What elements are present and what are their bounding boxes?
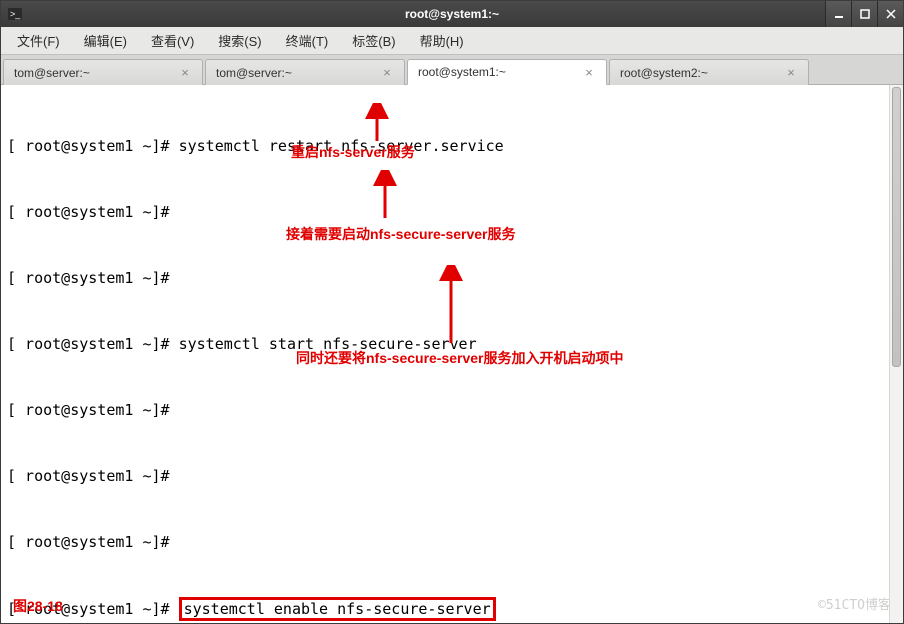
- minimize-button[interactable]: [825, 1, 851, 27]
- menu-edit[interactable]: 编辑(E): [74, 28, 137, 53]
- annotation-note-3: 同时还要将nfs-secure-server服务加入开机启动项中: [296, 347, 624, 369]
- prompt: [ root@system1 ~]#: [7, 467, 179, 485]
- close-icon[interactable]: ×: [380, 66, 394, 80]
- menu-terminal[interactable]: 终端(T): [276, 28, 339, 53]
- window-title: root@system1:~: [1, 7, 903, 21]
- terminal-line: [ root@system1 ~]#: [7, 465, 897, 487]
- boxed-command: systemctl enable nfs-secure-server: [179, 597, 496, 621]
- tab-4[interactable]: root@system2:~ ×: [609, 59, 809, 85]
- scrollbar[interactable]: [889, 85, 903, 623]
- tab-label: root@system1:~: [418, 65, 506, 79]
- menubar: 文件(F) 编辑(E) 查看(V) 搜索(S) 终端(T) 标签(B) 帮助(H…: [1, 27, 903, 55]
- terminal-line: [ root@system1 ~]#: [7, 201, 897, 223]
- window-controls: [825, 1, 903, 27]
- menu-file[interactable]: 文件(F): [7, 28, 70, 53]
- prompt: [ root@system1 ~]#: [7, 401, 179, 419]
- tab-1[interactable]: tom@server:~ ×: [3, 59, 203, 85]
- close-button[interactable]: [877, 1, 903, 27]
- annotation-note-2: 接着需要启动nfs-secure-server服务: [286, 223, 516, 245]
- close-icon[interactable]: ×: [582, 65, 596, 79]
- prompt: [ root@system1 ~]#: [7, 203, 179, 221]
- prompt: [ root@system1 ~]#: [7, 533, 179, 551]
- menu-tabs[interactable]: 标签(B): [342, 28, 405, 53]
- terminal-line: [ root@system1 ~]#: [7, 399, 897, 421]
- tab-3-active[interactable]: root@system1:~ ×: [407, 59, 607, 85]
- terminal-line: [ root@system1 ~]#: [7, 531, 897, 553]
- menu-view[interactable]: 查看(V): [141, 28, 204, 53]
- menu-search[interactable]: 搜索(S): [208, 28, 271, 53]
- terminal-line: [ root@system1 ~]# systemctl enable nfs-…: [7, 597, 897, 619]
- terminal-line: [ root@system1 ~]# systemctl restart nfs…: [7, 135, 897, 157]
- close-icon[interactable]: ×: [784, 66, 798, 80]
- tab-2[interactable]: tom@server:~ ×: [205, 59, 405, 85]
- figure-label: 图28-18: [13, 595, 63, 617]
- scrollbar-thumb[interactable]: [892, 87, 901, 367]
- terminal-line: [ root@system1 ~]#: [7, 267, 897, 289]
- terminal-window: >_ root@system1:~ 文件(F) 编辑(E) 查看(V) 搜索(S…: [0, 0, 904, 624]
- titlebar: >_ root@system1:~: [1, 1, 903, 27]
- tab-label: tom@server:~: [14, 66, 90, 80]
- close-icon[interactable]: ×: [178, 66, 192, 80]
- annotation-note-1: 重启nfs-server服务: [291, 141, 415, 163]
- maximize-button[interactable]: [851, 1, 877, 27]
- tabbar: tom@server:~ × tom@server:~ × root@syste…: [1, 55, 903, 85]
- tab-label: root@system2:~: [620, 66, 708, 80]
- menu-help[interactable]: 帮助(H): [410, 28, 474, 53]
- prompt: [ root@system1 ~]#: [7, 269, 179, 287]
- watermark: ©51CTO博客: [818, 595, 891, 617]
- prompt: [ root@system1 ~]#: [7, 137, 179, 155]
- terminal-area[interactable]: [ root@system1 ~]# systemctl restart nfs…: [1, 85, 903, 623]
- prompt: [ root@system1 ~]#: [7, 335, 179, 353]
- tab-label: tom@server:~: [216, 66, 292, 80]
